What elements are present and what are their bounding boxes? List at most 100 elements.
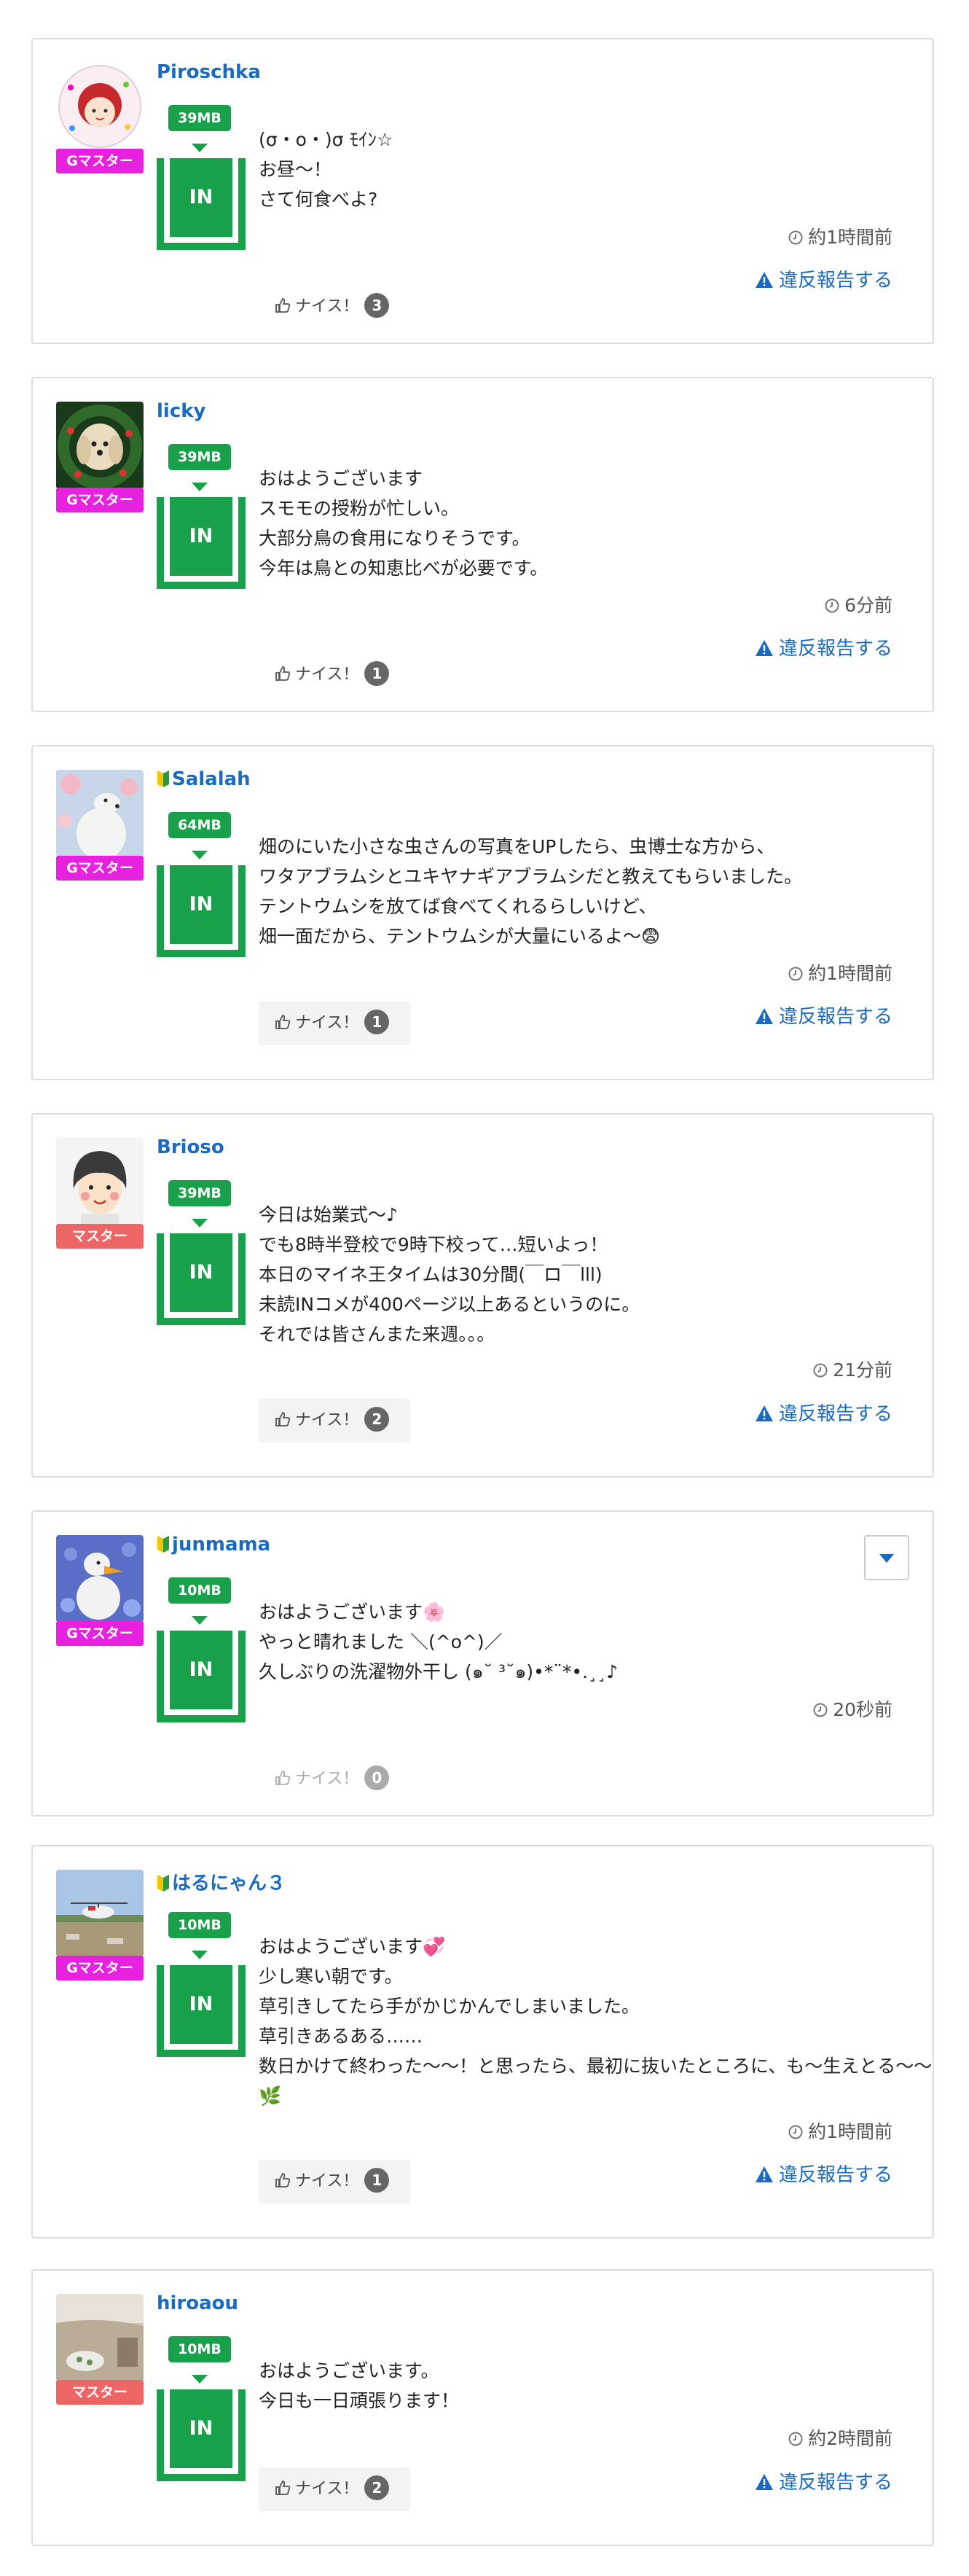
report-link[interactable]: 違反報告する <box>755 1002 892 1029</box>
message-line: でも8時半登校で9時下校って…短いよっ！ <box>259 1234 608 1255</box>
message-line: 畑一面だから、テントウムシが大量にいるよ〜😨 <box>259 926 661 947</box>
nice-count: 2 <box>364 1407 390 1432</box>
nice-button[interactable]: ナイス！ 1 <box>259 2160 410 2204</box>
rank-badge: Gマスター <box>56 488 144 512</box>
report-text[interactable]: 違反報告する <box>779 638 892 660</box>
report-link[interactable]: 違反報告する <box>755 1399 892 1426</box>
user-name[interactable]: licky <box>157 400 205 422</box>
time-text: 約1時間前 <box>808 2121 892 2142</box>
nice-label[interactable]: ナイス！ <box>295 1411 358 1429</box>
avatar[interactable] <box>56 2294 144 2381</box>
message-line: 草引きしてたら手がかじかんでしまいました。 <box>259 1996 640 2017</box>
message-line: おはようございます💞 <box>259 1936 446 1957</box>
nice-button[interactable]: ナイス！ 2 <box>259 2467 410 2511</box>
message-line: 今日も一日頑張ります！ <box>259 2390 460 2411</box>
user-name-text[interactable]: junmama <box>172 1534 270 1556</box>
nice-button[interactable]: ナイス！ 2 <box>259 1399 410 1443</box>
avatar[interactable] <box>56 1138 144 1225</box>
avatar[interactable] <box>56 770 144 857</box>
nice-label[interactable]: ナイス！ <box>295 666 358 684</box>
in-label: IN <box>170 1233 232 1312</box>
time-text: 約2時間前 <box>808 2428 892 2449</box>
options-dropdown-button[interactable] <box>864 1535 909 1580</box>
avatar[interactable] <box>56 402 144 489</box>
timestamp: 約1時間前 <box>788 959 892 985</box>
clock-icon <box>813 1703 828 1717</box>
message-line: 本日のマイネ王タイムは30分間(￣ロ￣lll) <box>259 1264 603 1285</box>
user-name[interactable]: hiroaou <box>157 2292 238 2314</box>
report-text[interactable]: 違反報告する <box>779 2472 892 2494</box>
thumbs-up-icon <box>275 2481 291 2495</box>
warning-icon <box>755 640 773 656</box>
user-name[interactable]: Piroschka <box>157 61 261 83</box>
message-line: おはようございます。 <box>259 2360 439 2381</box>
report-text[interactable]: 違反報告する <box>779 1403 892 1425</box>
user-name[interactable]: Salalah <box>157 768 251 790</box>
thumbs-up-icon <box>275 1412 291 1426</box>
nice-count: 1 <box>364 2168 390 2193</box>
in-box-icon: IN <box>157 2389 246 2481</box>
nice-button[interactable]: ナイス！ 1 <box>259 653 410 697</box>
message-line: 少し寒い朝です。 <box>259 1966 403 1987</box>
warning-icon <box>755 2166 773 2182</box>
post-message: おはようございます💞 少し寒い朝です。 草引きしてたら手がかじかんでしまいました… <box>259 1932 940 2111</box>
in-label: IN <box>170 865 232 944</box>
beginner-mark-icon <box>157 1875 169 1892</box>
clock-icon <box>813 1363 828 1378</box>
post-message: 畑のにいた小さな虫さんの写真をUPしたら、虫博士な方から、 ワタアブラムシとユキ… <box>259 832 940 951</box>
nice-label[interactable]: ナイス！ <box>295 1770 358 1788</box>
user-name[interactable]: Brioso <box>157 1136 224 1158</box>
post-message: おはようございます🌸 やっと晴れました ＼(^o^)／ 久しぶりの洗濯物外干し … <box>259 1597 940 1687</box>
rank-badge: マスター <box>56 2380 144 2405</box>
clock-icon <box>788 230 803 245</box>
nice-label[interactable]: ナイス！ <box>295 297 358 316</box>
beginner-mark-icon <box>157 1536 169 1553</box>
report-text[interactable]: 違反報告する <box>779 1006 892 1028</box>
feed: Gマスター Piroschka 39MB IN (σ・o・)σ ﾓｲﾝ☆ お昼〜… <box>0 0 969 2576</box>
timestamp: 約1時間前 <box>788 2118 892 2144</box>
report-link[interactable]: 違反報告する <box>755 2160 892 2187</box>
nice-label[interactable]: ナイス！ <box>295 1014 358 1032</box>
avatar[interactable] <box>56 1535 144 1623</box>
nice-button[interactable]: ナイス！ 3 <box>259 285 410 329</box>
user-name-text[interactable]: hiroaou <box>157 2292 238 2314</box>
clock-icon <box>788 2125 803 2139</box>
timestamp: 約2時間前 <box>788 2424 892 2451</box>
post-card: Gマスター licky 39MB IN おはようございます スモモの授粉が忙しい… <box>31 377 934 712</box>
nice-button[interactable]: ナイス！ 1 <box>259 1002 410 1045</box>
arrow-down-icon <box>192 483 208 491</box>
nice-button[interactable]: ナイス！ 0 <box>259 1757 410 1801</box>
avatar[interactable] <box>56 1870 144 1957</box>
report-link[interactable]: 違反報告する <box>755 633 892 660</box>
report-link[interactable]: 違反報告する <box>755 265 892 292</box>
report-link[interactable]: 違反報告する <box>755 2467 892 2494</box>
nice-count: 1 <box>364 661 390 686</box>
data-badge: 10MB <box>168 2336 231 2362</box>
user-name[interactable]: はるにゃん３ <box>157 1868 286 1895</box>
report-text[interactable]: 違反報告する <box>779 270 892 292</box>
arrow-down-icon <box>192 144 208 152</box>
timestamp: 6分前 <box>825 591 892 617</box>
thumbs-up-icon <box>275 2173 291 2187</box>
user-name-text[interactable]: Salalah <box>172 768 251 790</box>
user-name-text[interactable]: はるにゃん３ <box>172 1873 286 1894</box>
user-name-text[interactable]: licky <box>157 400 205 422</box>
data-badge: 39MB <box>168 105 231 131</box>
in-box-icon: IN <box>157 865 246 957</box>
message-line: スモモの授粉が忙しい。 <box>259 498 460 519</box>
avatar[interactable] <box>56 63 144 150</box>
user-name-text[interactable]: Piroschka <box>157 61 261 83</box>
user-name-text[interactable]: Brioso <box>157 1136 224 1158</box>
message-line: おはようございます <box>259 468 423 489</box>
message-line: ワタアブラムシとユキヤナギアブラムシだと教えてもらいました。 <box>259 866 803 887</box>
report-text[interactable]: 違反報告する <box>779 2164 892 2186</box>
nice-label[interactable]: ナイス！ <box>295 2480 358 2498</box>
time-text: 約1時間前 <box>808 963 892 984</box>
arrow-down-icon <box>192 851 208 859</box>
message-line: 数日かけて終わった〜〜！と思ったら、最初に抜いたところに、も〜生えとる〜〜🌿 <box>259 2056 933 2107</box>
post-card: マスター hiroaou 10MB IN おはようございます。 今日も一日頑張り… <box>31 2269 934 2546</box>
message-line: 今日は始業式〜♪ <box>259 1204 398 1225</box>
clock-icon <box>825 598 839 613</box>
user-name[interactable]: junmama <box>157 1534 270 1556</box>
nice-label[interactable]: ナイス！ <box>295 2172 358 2190</box>
